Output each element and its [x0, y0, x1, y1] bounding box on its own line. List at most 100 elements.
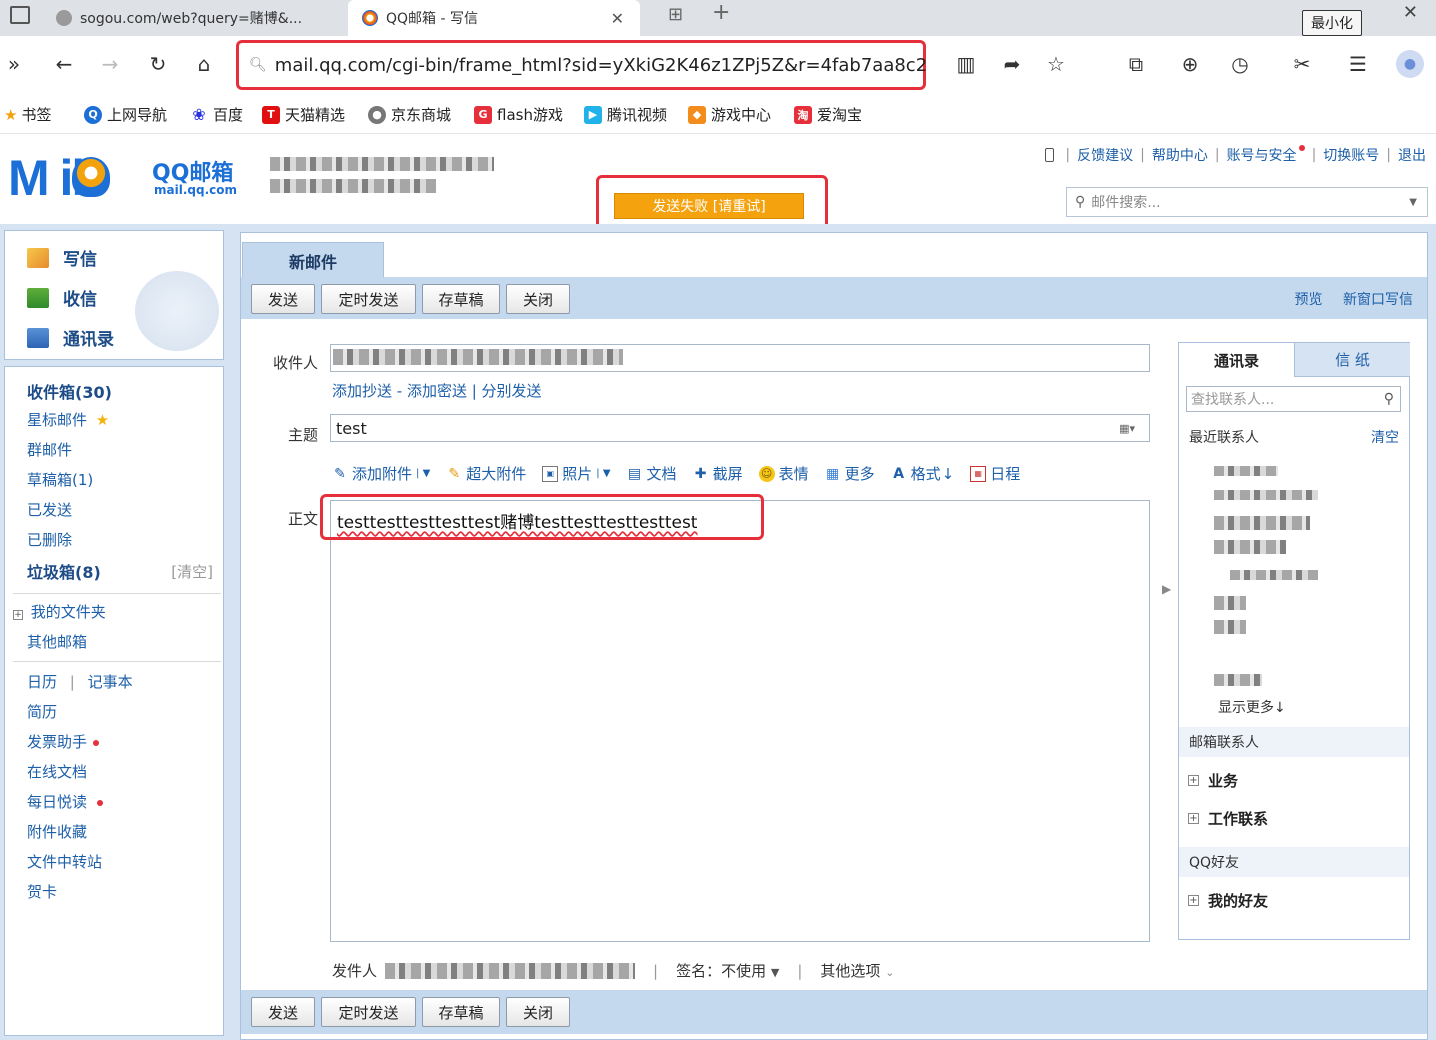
save-draft-button[interactable]: 存草稿 — [422, 997, 500, 1027]
folder-spam[interactable]: 垃圾箱(8) — [27, 559, 101, 583]
close-button[interactable]: 关闭 — [506, 284, 570, 314]
mobile-icon[interactable] — [1045, 148, 1055, 162]
favorite-star-icon[interactable]: ☆ — [1042, 50, 1070, 78]
cc-bcc-links[interactable]: 添加抄送 - 添加密送 | 分别发送 — [332, 380, 542, 401]
avatar-icon[interactable]: ● — [1396, 50, 1424, 78]
clear-recent-link[interactable]: 清空 — [1371, 427, 1399, 447]
tab-qqmail[interactable]: QQ邮箱 - 写信 ✕ — [348, 0, 640, 36]
mail-search-input[interactable]: ⚲ 邮件搜索... ▼ — [1066, 187, 1428, 217]
add-attachment-tool[interactable]: ✎ 添加附件 | ▼ — [332, 463, 430, 484]
close-button[interactable]: 关闭 — [506, 997, 570, 1027]
recent-contact-redacted[interactable] — [1214, 540, 1286, 554]
group-my-friends[interactable]: + 我的好友 — [1188, 890, 1268, 911]
expand-plus-icon[interactable]: + — [1188, 813, 1199, 824]
tab-stationery[interactable]: 信 纸 — [1294, 343, 1410, 377]
address-bar[interactable]: 🔍︎ mail.qq.com/cgi-bin/frame_html?sid=yX… — [236, 40, 927, 90]
share-icon[interactable]: ➦ — [998, 50, 1026, 78]
compose-link[interactable]: 写信 — [27, 245, 97, 270]
bookmark-jd[interactable]: ● 京东商城 — [368, 104, 451, 125]
chevron-down-icon[interactable]: | ▼ — [596, 468, 610, 479]
link-feedback[interactable]: 反馈建议 — [1077, 145, 1133, 165]
schedule-tool[interactable]: ▦ 日程 — [970, 463, 1020, 484]
reader-icon[interactable]: ▥ — [952, 50, 980, 78]
app-resume[interactable]: 简历 — [27, 701, 57, 722]
folder-deleted[interactable]: 已删除 — [27, 529, 72, 550]
chevron-down-icon[interactable]: ▼ — [1409, 197, 1417, 208]
download-icon[interactable]: ⊕ — [1176, 50, 1204, 78]
expand-plus-icon[interactable]: + — [13, 610, 23, 620]
search-icon[interactable]: ⚲ — [1384, 391, 1394, 407]
body-editor[interactable] — [330, 500, 1150, 942]
photo-tool[interactable]: ▣ 照片 | ▼ — [542, 463, 611, 484]
sender-redacted[interactable] — [385, 962, 636, 979]
folder-drafts[interactable]: 草稿箱(1) — [27, 469, 93, 490]
subject-field[interactable]: test ▦▾ — [330, 414, 1150, 442]
app-online-docs[interactable]: 在线文档 — [27, 761, 87, 782]
reload-icon[interactable]: ↻ — [144, 50, 172, 78]
show-more-link[interactable]: 显示更多↓ — [1218, 697, 1286, 717]
link-switch-account[interactable]: 切换账号 — [1323, 145, 1379, 165]
emoji-tool[interactable]: ☺ 表情 — [758, 463, 809, 484]
folder-other-mailbox[interactable]: 其他邮箱 — [27, 631, 87, 652]
bookmark-baidu[interactable]: ❀ 百度 — [190, 104, 243, 125]
tab-sogou[interactable]: sogou.com/web?query=赌博&... — [56, 0, 341, 36]
contacts-link[interactable]: 通讯录 — [27, 325, 114, 350]
tab-address-book[interactable]: 通讯录 — [1179, 343, 1294, 377]
expand-icon[interactable]: » — [0, 50, 28, 78]
app-notebook[interactable]: 记事本 — [88, 673, 133, 691]
recent-contact-redacted[interactable] — [1214, 620, 1246, 634]
folder-sent[interactable]: 已发送 — [27, 499, 72, 520]
recent-contact-redacted[interactable] — [1214, 516, 1310, 530]
save-draft-button[interactable]: 存草稿 — [422, 284, 500, 314]
send-button[interactable]: 发送 — [251, 997, 315, 1027]
schedule-send-button[interactable]: 定时发送 — [321, 284, 416, 314]
new-window-link[interactable]: 新窗口写信 — [1343, 292, 1413, 308]
group-work-contacts[interactable]: + 工作联系 — [1188, 808, 1268, 829]
tab-new-mail[interactable]: 新邮件 — [242, 242, 384, 278]
bookmark-games[interactable]: ◆ 游戏中心 — [688, 104, 771, 125]
app-calendar[interactable]: 日历 — [27, 673, 57, 691]
priority-grid-icon[interactable]: ▦▾ — [1119, 422, 1135, 435]
more-options-toggle[interactable]: 其他选项 ⌄ — [820, 960, 894, 981]
app-attachments[interactable]: 附件收藏 — [27, 821, 87, 842]
recent-contact-redacted[interactable] — [1214, 596, 1246, 610]
home-icon[interactable]: ⌂ — [190, 50, 218, 78]
app-file-transfer[interactable]: 文件中转站 — [27, 851, 102, 872]
bookmark-nav[interactable]: Q 上网导航 — [84, 104, 167, 125]
signature-select[interactable]: 签名：不使用 ▼ — [676, 960, 779, 981]
more-tool[interactable]: ▦ 更多 — [825, 463, 875, 484]
group-business[interactable]: + 业务 — [1188, 770, 1238, 791]
format-tool[interactable]: A 格式 ↓ — [891, 463, 954, 484]
bookmark-star[interactable]: ★ 书签 — [4, 104, 51, 125]
to-field[interactable] — [330, 344, 1150, 372]
body-text[interactable]: testtesttesttesttest赌博testtesttesttestte… — [337, 508, 697, 533]
back-icon[interactable]: ← — [50, 50, 78, 78]
tab-grid-icon[interactable]: ⊞ — [668, 4, 683, 25]
expand-plus-icon[interactable]: + — [1188, 895, 1199, 906]
folder-inbox[interactable]: 收件箱(30) — [27, 379, 112, 403]
window-close-icon[interactable]: ✕ — [1403, 2, 1418, 23]
bookmark-flash[interactable]: G flash游戏 — [474, 104, 563, 125]
preview-link[interactable]: 预览 — [1295, 292, 1323, 308]
collapse-panel-arrow-icon[interactable]: ▶ — [1162, 582, 1171, 596]
folder-starred[interactable]: 星标邮件 ★ — [27, 409, 109, 430]
app-daily-reading[interactable]: 每日悦读 — [27, 791, 104, 812]
recent-contact-redacted[interactable] — [1214, 490, 1318, 500]
schedule-send-button[interactable]: 定时发送 — [321, 997, 416, 1027]
screenshot-tool[interactable]: ✚ 截屏 — [693, 463, 743, 484]
tab-close-icon[interactable]: ✕ — [611, 9, 624, 28]
new-tab-icon[interactable]: + — [712, 0, 730, 25]
scissors-icon[interactable]: ✂ — [1288, 50, 1316, 78]
recent-contact-redacted[interactable] — [1214, 674, 1262, 686]
history-icon[interactable]: ◷ — [1226, 50, 1254, 78]
menu-icon[interactable]: ☰ — [1344, 50, 1372, 78]
large-attachment-tool[interactable]: ✎ 超大附件 — [446, 463, 526, 484]
link-help[interactable]: 帮助中心 — [1152, 145, 1208, 165]
bookmark-tmall[interactable]: T 天猫精选 — [262, 104, 345, 125]
link-security[interactable]: 账号与安全 — [1227, 145, 1305, 165]
document-tool[interactable]: ▤ 文档 — [627, 463, 677, 484]
receive-link[interactable]: 收信 — [27, 285, 97, 310]
contact-search-input[interactable]: 查找联系人... ⚲ — [1186, 386, 1401, 412]
spam-clear-link[interactable]: [清空] — [171, 561, 213, 582]
folder-my-folders[interactable]: + 我的文件夹 — [13, 601, 106, 622]
